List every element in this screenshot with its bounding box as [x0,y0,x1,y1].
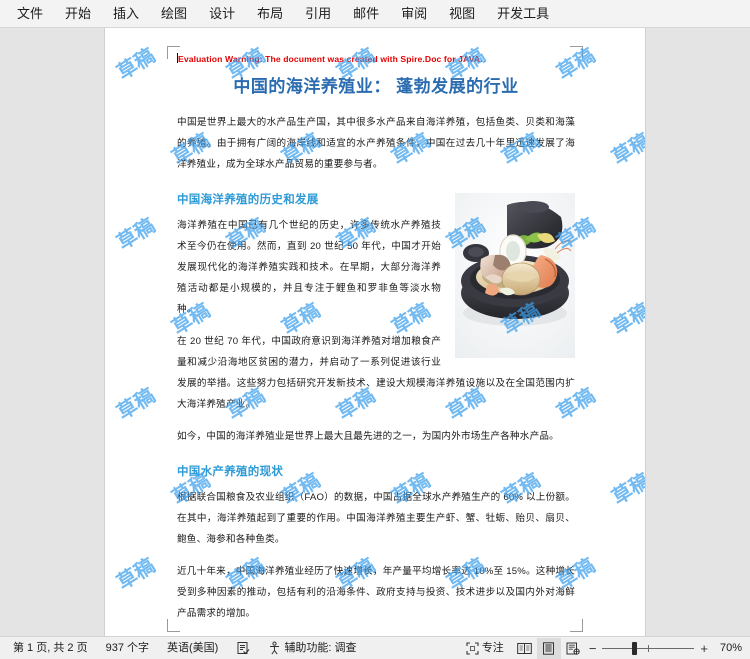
menu-item-design[interactable]: 设计 [198,2,246,26]
watermark-text: 草稿 [112,552,160,595]
paragraph-current-1: 根据联合国粮食及农业组织（FAO）的数据，中国占据全球水产养殖生产的 60% 以… [177,492,575,545]
watermark-text: 草稿 [607,467,645,510]
section-heading-current: 中国水产养殖的现状 [177,466,284,478]
menu-item-mailings[interactable]: 邮件 [342,2,390,26]
status-word-count[interactable]: 937 个字 [97,638,158,659]
menu-item-developer[interactable]: 开发工具 [486,2,560,26]
zoom-level-label[interactable]: 70% [714,642,742,654]
status-bar: 第 1 页, 共 2 页 937 个字 英语(美国) 辅助功能: 调查 专注 −… [0,636,750,659]
zoom-out-button[interactable]: − [589,642,597,655]
watermark-text: 草稿 [607,297,645,340]
document-canvas[interactable]: Evaluation Warning: The document was cre… [0,28,750,636]
menu-item-review[interactable]: 审阅 [390,2,438,26]
menu-item-insert[interactable]: 插入 [102,2,150,26]
zoom-control[interactable]: − + 70% [585,641,750,655]
menu-item-view[interactable]: 视图 [438,2,486,26]
zoom-slider-thumb[interactable] [632,641,638,655]
web-layout-button[interactable] [561,638,585,659]
status-page-info[interactable]: 第 1 页, 共 2 页 [4,638,97,659]
watermark-text: 草稿 [112,382,160,425]
proofing-errors-icon[interactable] [227,641,259,655]
print-layout-button[interactable] [536,637,561,659]
web-layout-icon [566,642,580,655]
seafood-hotpot-image[interactable] [455,193,575,358]
document-title: 中国的海洋养殖业： 蓬勃发展的行业 [233,77,519,96]
ribbon-menu-bar: 文件 开始 插入 绘图 设计 布局 引用 邮件 审阅 视图 开发工具 [0,0,750,28]
accessibility-icon [270,641,280,655]
read-mode-icon [517,642,533,654]
print-layout-icon [543,641,555,655]
watermark-text: 草稿 [607,127,645,170]
menu-item-home[interactable]: 开始 [54,2,102,26]
focus-mode-button[interactable]: 专注 [457,638,513,659]
watermark-text: 草稿 [112,42,160,85]
paragraph-intro: 中国是世界上最大的水产品生产国，其中很多水产品来自海洋养殖，包括鱼类、贝类和海藻… [177,117,575,170]
menu-item-layout[interactable]: 布局 [246,2,294,26]
focus-mode-label: 专注 [481,641,504,654]
status-accessibility[interactable]: 辅助功能: 调查 [259,638,365,659]
paragraph-history-3: 如今，中国的海洋养殖业是世界上最大且最先进的之一，为国内外市场生产各种水产品。 [177,431,559,442]
zoom-slider[interactable] [602,641,695,655]
read-mode-button[interactable] [513,638,537,659]
history-section: 中国海洋养殖的历史和发展 海洋养殖在中国已有几个世纪的历史，许多传统水产养殖技术… [177,191,575,447]
menu-item-draw[interactable]: 绘图 [150,2,198,26]
zoom-slider-midpoint [648,644,650,652]
zoom-in-button[interactable]: + [700,642,708,655]
paragraph-current-2: 近几十年来，中国海洋养殖业经历了快速增长，年产量平均增长率达 10%至 15%。… [177,566,575,619]
focus-mode-icon [466,641,479,655]
evaluation-warning-text: Evaluation Warning: The document was cre… [177,53,483,64]
document-body[interactable]: Evaluation Warning: The document was cre… [177,52,575,635]
menu-item-references[interactable]: 引用 [294,2,342,26]
accessibility-label: 辅助功能: 调查 [284,641,357,654]
watermark-text: 草稿 [112,212,160,255]
menu-item-file[interactable]: 文件 [6,2,54,26]
status-language[interactable]: 英语(美国) [158,638,227,659]
document-page-1[interactable]: Evaluation Warning: The document was cre… [105,28,645,636]
